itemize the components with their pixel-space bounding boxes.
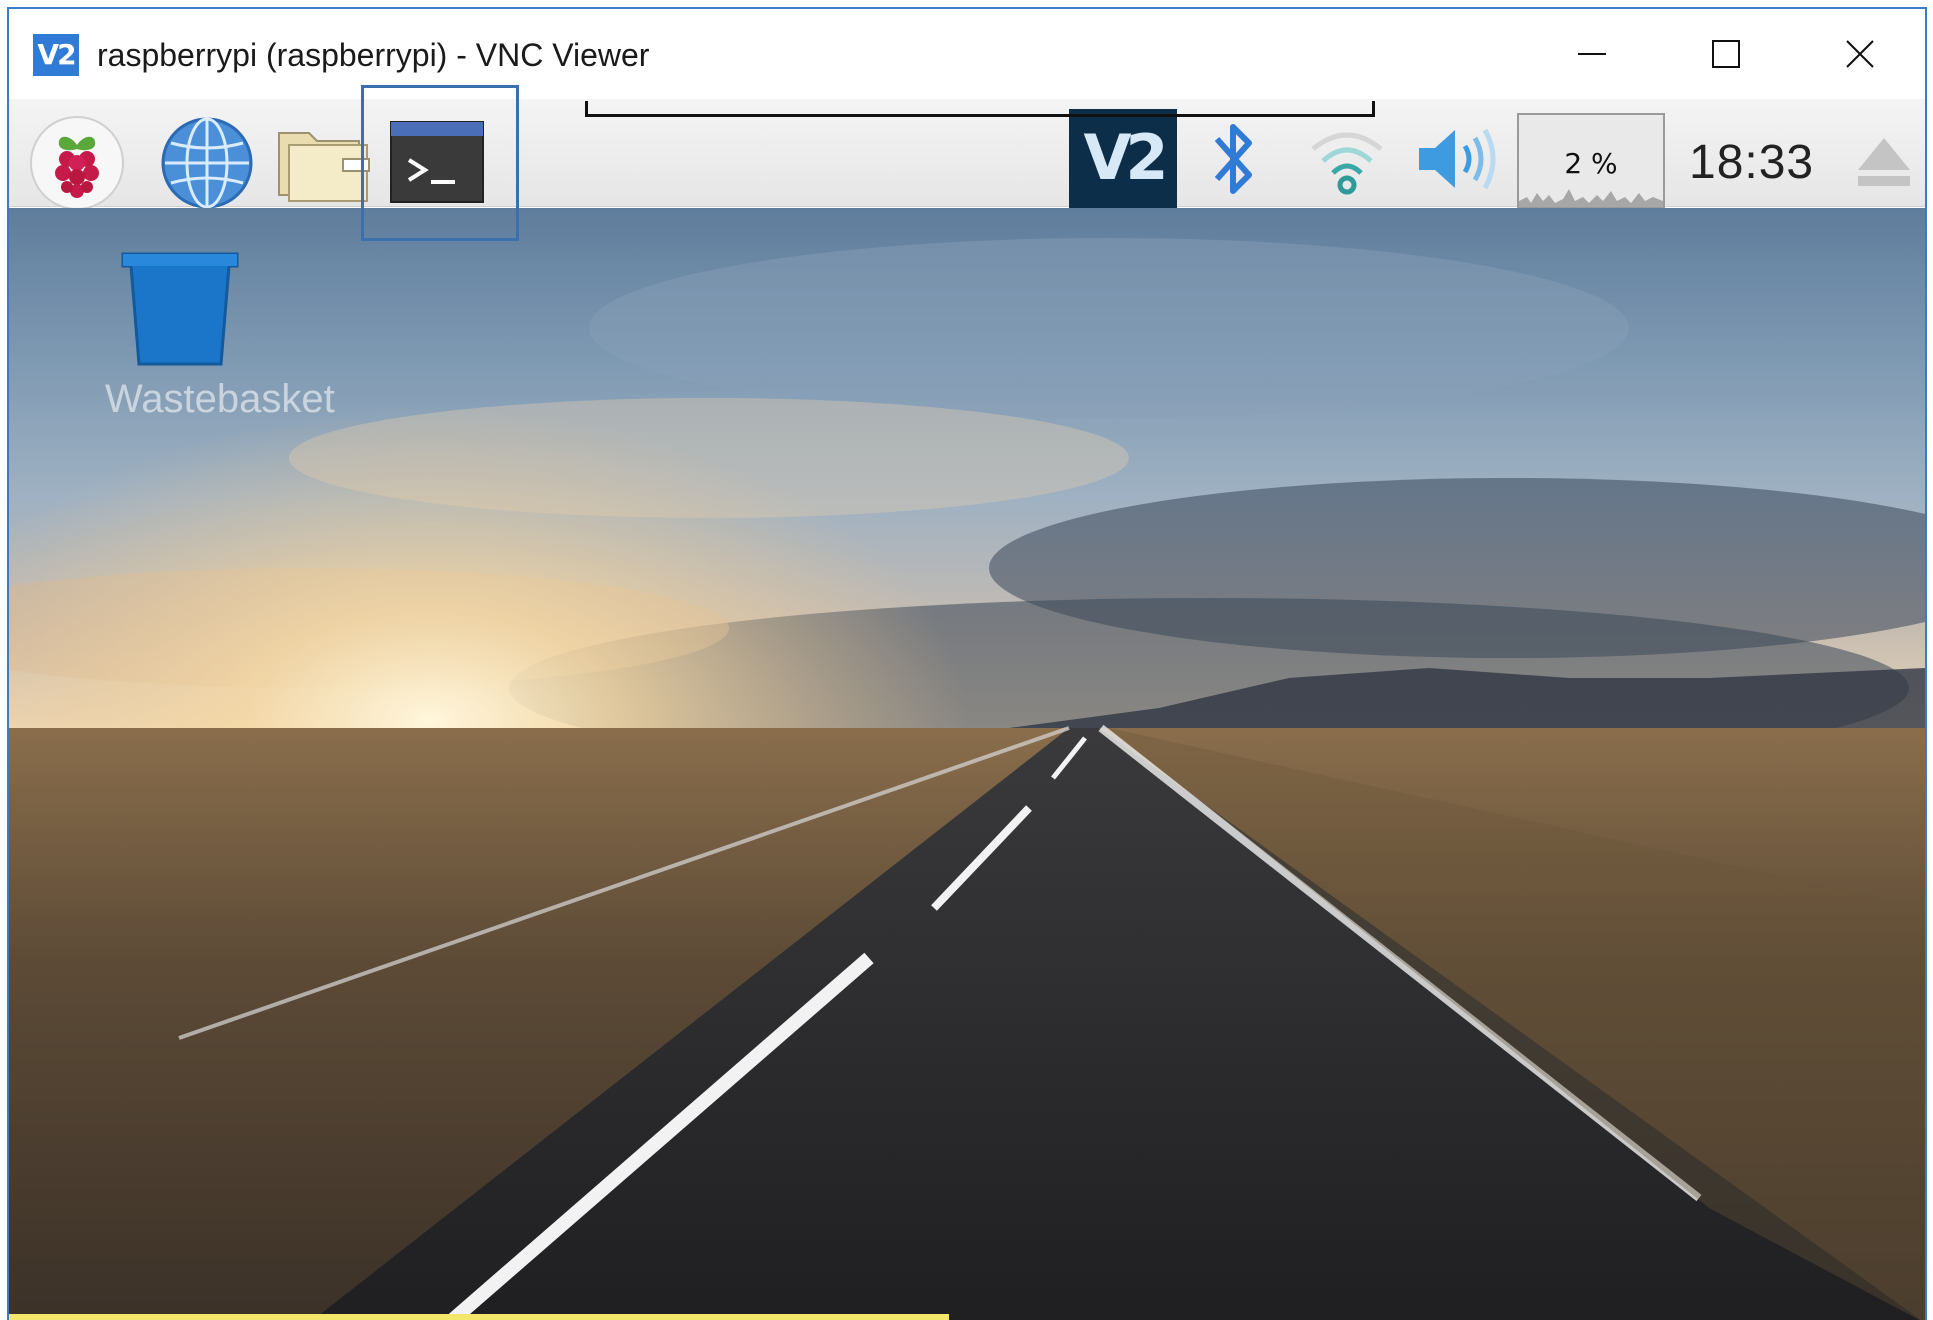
maximize-button[interactable]	[1659, 9, 1793, 99]
window-title: raspberrypi (raspberrypi) - VNC Viewer	[97, 37, 650, 73]
volume-icon	[1419, 128, 1496, 190]
cpu-usage-monitor[interactable]: 2 %	[1517, 113, 1665, 209]
wifi-icon	[1311, 132, 1383, 195]
vnc-server-tray[interactable]: V2	[1069, 109, 1177, 209]
raspberry-icon	[30, 116, 124, 210]
vnc-tray-label: V2	[1083, 120, 1168, 194]
overlay-line	[585, 101, 1375, 117]
notification-strip	[9, 1314, 949, 1320]
title-bar[interactable]: V2 raspberrypi (raspberrypi) - VNC Viewe…	[9, 9, 1925, 99]
maximize-icon	[1712, 40, 1740, 68]
desktop-trash-icon[interactable]: Wastebasket	[105, 250, 335, 430]
close-button[interactable]	[1793, 9, 1925, 99]
vnc-app-icon: V2	[33, 34, 79, 76]
volume-tray[interactable]	[1413, 113, 1501, 205]
eject-icon	[1858, 138, 1910, 186]
minimize-icon	[1578, 53, 1606, 55]
file-manager-launcher[interactable]	[273, 115, 373, 211]
desktop-area[interactable]: Wastebasket	[9, 208, 1925, 1320]
panel-clock[interactable]: 18:33	[1689, 135, 1814, 190]
minimize-button[interactable]	[1525, 9, 1659, 99]
vnc-viewer-window: V2 raspberrypi (raspberrypi) - VNC Viewe…	[7, 7, 1927, 1320]
terminal-icon	[390, 121, 484, 203]
folder-icon	[278, 132, 370, 202]
trash-label: Wastebasket	[105, 377, 335, 421]
bluetooth-tray[interactable]	[1199, 113, 1269, 205]
globe-icon	[161, 117, 253, 209]
raspberry-menu-button[interactable]	[29, 115, 125, 211]
close-icon	[1846, 40, 1874, 68]
trash-icon	[121, 252, 239, 366]
web-browser-launcher[interactable]	[159, 115, 255, 211]
bluetooth-icon	[1214, 124, 1252, 194]
eject-tray[interactable]	[1849, 117, 1919, 207]
wifi-tray[interactable]	[1305, 113, 1389, 205]
road-wallpaper	[9, 208, 1925, 1320]
cpu-usage-value: 2 %	[1564, 147, 1618, 180]
terminal-launcher[interactable]	[385, 117, 489, 207]
